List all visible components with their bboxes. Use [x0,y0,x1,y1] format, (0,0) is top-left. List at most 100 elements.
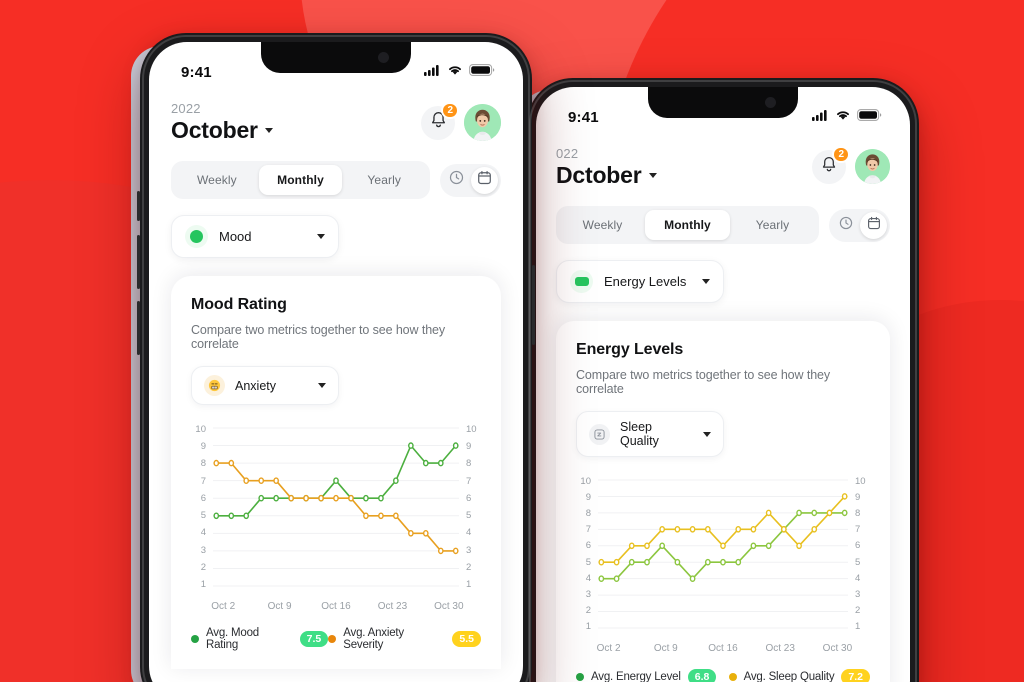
y-tick-label: 2 [466,561,472,573]
y-tick-label: 6 [855,540,861,552]
x-tick-label: Oct 9 [653,643,678,654]
y-tick-label: 5 [585,556,591,568]
legend-item-anxiety: Avg. Anxiety Severity 5.5 [328,627,481,651]
compare-select-anxiety[interactable]: Anxiety [191,366,339,405]
y-tick-label: 10 [855,476,866,487]
y-axis-left: 10 9 8 7 6 5 4 3 2 1 [576,474,598,634]
date-selector[interactable]: 2022 October [171,101,273,144]
chevron-down-icon[interactable] [264,128,273,133]
month-label: Dctober [556,162,642,188]
x-axis-labels: Oct 2 Oct 9 Oct 16 Oct 23 Oct 30 [576,643,870,654]
chart-plot-area [598,474,848,634]
y-axis-left: 10 9 8 7 6 5 4 3 2 1 [191,422,213,592]
card-subtitle: Compare two metrics together to see how … [191,323,446,351]
y-tick-label: 9 [466,441,472,453]
y-axis-right: 10 9 8 7 6 5 4 3 2 1 [848,474,870,634]
y-tick-label: 10 [580,476,591,487]
metric-select-mood[interactable]: Mood [171,215,339,258]
y-tick-label: 10 [466,424,477,435]
front-camera-icon [765,97,776,108]
status-time: 9:41 [181,63,212,81]
chart-card-energy: Energy Levels Compare two metrics togeth… [556,321,890,682]
x-tick-label: Oct 23 [377,601,408,612]
metric-select-energy[interactable]: Energy Levels [556,260,724,303]
date-selector[interactable]: 022 Dctober [556,146,657,189]
clock-view-button[interactable] [443,167,470,194]
volume-button[interactable] [137,235,140,289]
chevron-down-icon [703,431,711,437]
chart-energy: 10 9 8 7 6 5 4 3 2 1 10 9 8 7 6 5 4 3 2 1 [576,474,870,634]
anxiety-emoji-icon [204,375,225,396]
legend-item-sleep: Avg. Sleep Quality 7.2 [728,669,870,682]
y-tick-label: 9 [585,492,591,504]
avatar[interactable] [464,104,501,141]
tab-weekly[interactable]: Weekly [175,165,259,195]
y-tick-label: 4 [200,527,206,539]
chart-card-mood: Mood Rating Compare two metrics together… [171,276,501,669]
period-toolbar: Weekly Monthly Yearly [556,206,890,244]
calendar-icon [867,216,881,235]
y-tick-label: 3 [855,588,861,600]
cellular-signal-icon [424,63,441,81]
compare-select-sleep-quality[interactable]: Sleep Quality [576,411,724,457]
volume-button[interactable] [137,191,140,221]
tab-yearly[interactable]: Yearly [730,210,815,240]
status-time: 9:41 [568,108,599,126]
chart-legend: Avg. Energy Level 6.8 Avg. Sleep Quality… [576,669,870,682]
legend-label: Avg. Energy Level [591,671,681,682]
tab-monthly[interactable]: Monthly [258,165,343,195]
front-camera-icon [378,52,389,63]
calendar-view-button[interactable] [471,166,498,194]
y-tick-label: 1 [855,620,861,632]
legend-item-mood: Avg. Mood Rating 7.5 [191,627,329,651]
notification-button[interactable]: 2 [421,101,459,140]
volume-button[interactable] [137,301,140,355]
avatar[interactable] [855,149,890,184]
y-tick-label: 5 [855,556,861,568]
card-title: Mood Rating [191,296,287,313]
wifi-icon [447,63,463,81]
power-button[interactable] [532,265,535,345]
y-tick-label: 4 [855,572,861,584]
x-tick-label: Oct 30 [434,601,464,612]
legend-value-badge: 7.5 [299,631,329,647]
tab-monthly[interactable]: Monthly [645,210,730,240]
legend-item-energy: Avg. Energy Level 6.8 [576,669,717,682]
y-tick-label: 7 [200,475,206,487]
chart-plot-area [213,422,459,592]
legend-dot-icon [191,635,199,643]
phone-primary-screen: 9:41 2022 October 2 Weekly Monthly Yearl… [149,42,523,682]
y-tick-label: 9 [200,441,206,453]
phone-primary: 9:41 2022 October 2 Weekly Monthly Yearl… [137,33,535,682]
y-tick-label: 7 [466,475,472,487]
clock-icon [449,170,464,190]
tab-yearly[interactable]: Yearly [342,165,426,195]
y-tick-label: 8 [200,458,206,470]
y-tick-label: 3 [200,544,206,556]
notification-badge: 2 [832,145,850,163]
x-tick-label: Oct 2 [596,643,621,654]
y-tick-label: 4 [585,572,591,584]
chevron-down-icon[interactable] [648,173,657,178]
legend-value-badge: 5.5 [452,631,481,647]
year-label: 2022 [171,101,201,116]
calendar-view-button[interactable] [860,211,887,239]
view-toggle [440,163,501,197]
notch [261,42,411,73]
x-tick-label: Oct 16 [321,601,351,612]
notification-badge: 2 [441,101,459,119]
wifi-icon [835,108,851,126]
y-tick-label: 6 [466,492,472,504]
notification-button[interactable]: 2 [812,145,850,184]
y-tick-label: 3 [585,588,591,600]
clock-view-button[interactable] [832,212,859,239]
period-toolbar: Weekly Monthly Yearly [171,161,501,199]
y-tick-label: 2 [855,604,861,616]
compare-select-label: Anxiety [235,378,276,393]
y-axis-right: 10 9 8 7 6 5 4 3 2 1 [459,422,481,592]
y-tick-label: 2 [585,604,591,616]
legend-dot-icon [328,635,337,643]
phone-secondary-screen: 9:41 022 Dctober 2 Weekly Monthly Yearly… [536,87,910,682]
y-tick-label: 9 [855,492,861,504]
tab-weekly[interactable]: Weekly [560,210,645,240]
